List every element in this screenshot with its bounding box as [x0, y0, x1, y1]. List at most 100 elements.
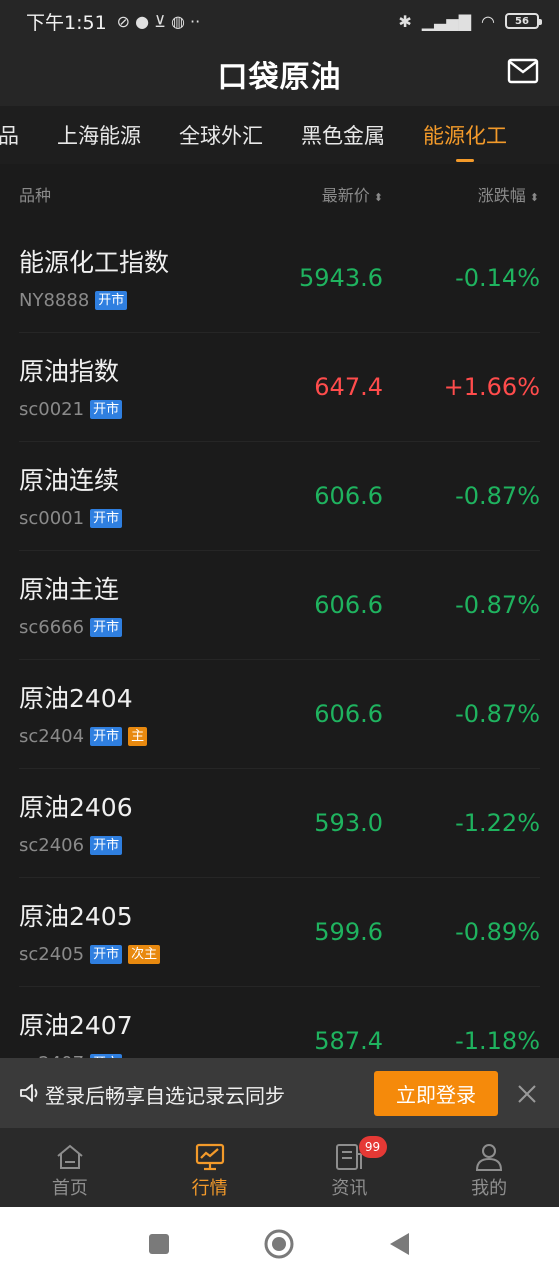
- instrument-code-line: sc2404 开市主: [19, 726, 148, 747]
- instrument-code: sc2404: [19, 726, 85, 747]
- instrument-name: 原油连续: [19, 466, 120, 495]
- quote-row[interactable]: 能源化工指数 NY8888 开市 5943.6 -0.14%: [19, 224, 540, 333]
- column-price-sort[interactable]: 最新价 ⬍: [322, 182, 383, 206]
- instrument-code-line: sc0001 开市: [19, 508, 123, 529]
- instrument-code-line: sc2405 开市 次主: [19, 944, 161, 965]
- instrument-name: 能源化工指数: [19, 248, 170, 277]
- home-icon: [57, 1144, 83, 1169]
- latest-price: 5943.6: [299, 264, 383, 292]
- instrument-code: NY8888: [19, 290, 90, 311]
- price-change-percent: -0.14%: [455, 264, 540, 292]
- price-change-percent: +1.66%: [443, 373, 540, 401]
- mail-icon[interactable]: [507, 58, 539, 84]
- recents-icon[interactable]: [147, 1232, 171, 1256]
- news-count-badge: 99: [358, 1136, 387, 1158]
- market-open-badge: 开市: [90, 618, 123, 637]
- market-open-badge: 开市: [95, 291, 128, 310]
- app-logo: 口袋原油: [217, 60, 342, 95]
- quote-row[interactable]: 原油指数 sc0021 开市 647.4 +1.66%: [19, 333, 540, 442]
- price-change-percent: -0.87%: [455, 591, 540, 619]
- back-icon[interactable]: [387, 1230, 413, 1258]
- instrument-code-line: NY8888 开市: [19, 290, 128, 311]
- wifi-icon: ◠: [481, 11, 495, 31]
- category-tabs: 品 上海能源 全球外汇 黑色金属 能源化工: [0, 106, 559, 164]
- list-column-header: 品种 最新价 ⬍ 涨跌幅 ⬍: [0, 164, 559, 224]
- tab-shanghai-energy[interactable]: 上海能源: [57, 120, 141, 150]
- bluetooth-icon: ✱: [398, 11, 412, 31]
- nav-market[interactable]: 行情: [140, 1128, 280, 1207]
- column-change-sort[interactable]: 涨跌幅 ⬍: [478, 182, 539, 206]
- market-open-badge: 开市: [90, 400, 123, 419]
- app-header: 口袋原油: [0, 42, 559, 106]
- nav-news[interactable]: 资讯 99: [280, 1128, 420, 1207]
- instrument-code: sc0021: [19, 399, 85, 420]
- system-nav-bar: [0, 1207, 559, 1280]
- tab-partial[interactable]: 品: [0, 120, 19, 150]
- instrument-code: sc6666: [19, 617, 85, 638]
- market-open-badge: 开市: [90, 945, 123, 964]
- price-change-percent: -0.87%: [455, 482, 540, 510]
- instrument-name: 原油2406: [19, 793, 133, 822]
- quote-row[interactable]: 原油2407sc2407开市587.4-1.18%: [19, 987, 540, 1058]
- status-bar: 下午1:51 ⊘ ● ⊻ ◍ ·· ✱ ▁▃▅▇ ◠ 56: [0, 0, 559, 42]
- nav-market-label: 行情: [191, 1178, 228, 1199]
- home-circle-icon[interactable]: [263, 1228, 295, 1260]
- market-open-badge: 开市: [90, 836, 123, 855]
- latest-price: 606.6: [314, 591, 383, 619]
- market-open-badge: 开市: [90, 727, 123, 746]
- instrument-code-line: sc0021 开市: [19, 399, 123, 420]
- instrument-name: 原油2404: [19, 684, 133, 713]
- column-change-label: 涨跌幅: [477, 186, 526, 205]
- login-banner: 登录后畅享自选记录云同步 立即登录: [0, 1058, 559, 1128]
- nav-home-label: 首页: [51, 1178, 88, 1199]
- signal-icon: ▁▃▅▇: [421, 11, 472, 31]
- column-name: 品种: [19, 186, 52, 205]
- instrument-code-line: sc2406 开市: [19, 835, 123, 856]
- tab-energy-chemicals[interactable]: 能源化工: [423, 120, 507, 162]
- instrument-name: 原油主连: [19, 575, 120, 604]
- instrument-code-line: sc6666 开市: [19, 617, 123, 638]
- latest-price: 587.4: [314, 1027, 383, 1055]
- battery-icon: 56: [505, 13, 542, 29]
- instrument-name: 原油2407: [19, 1011, 133, 1040]
- tab-global-forex[interactable]: 全球外汇: [179, 120, 263, 150]
- price-change-percent: -0.89%: [455, 918, 540, 946]
- price-change-percent: -1.22%: [455, 809, 540, 837]
- quote-row[interactable]: 原油2405 sc2405 开市 次主 599.6 -0.89%: [19, 878, 540, 987]
- latest-price: 606.6: [314, 482, 383, 510]
- instrument-name: 原油2405: [19, 902, 133, 931]
- login-button[interactable]: 立即登录: [374, 1071, 498, 1116]
- tab-ferrous-metals[interactable]: 黑色金属: [301, 120, 385, 150]
- instrument-code: sc0001: [19, 508, 85, 529]
- speaker-icon: [20, 1084, 38, 1102]
- quote-list: 能源化工指数 NY8888 开市 5943.6 -0.14% 原油指数 sc0021 开市 64…: [0, 224, 559, 1058]
- quote-row[interactable]: 原油2404 sc2404 开市主 606.6 -0.87%: [19, 660, 540, 769]
- contract-rank-badge: 次主: [128, 945, 161, 964]
- sort-icon: ⬍: [529, 191, 539, 204]
- status-time: 下午1:51: [26, 11, 107, 34]
- notification-icons: ⊘ ● ⊻ ◍ ··: [116, 11, 201, 31]
- nav-home[interactable]: 首页: [0, 1128, 140, 1207]
- latest-price: 606.6: [314, 700, 383, 728]
- nav-news-label: 资讯: [331, 1178, 368, 1199]
- instrument-code: sc2406: [19, 835, 85, 856]
- quote-row[interactable]: 原油2406 sc2406 开市 593.0 -1.22%: [19, 769, 540, 878]
- close-icon[interactable]: [516, 1083, 538, 1105]
- latest-price: 599.6: [314, 918, 383, 946]
- quote-row[interactable]: 原油连续 sc0001 开市 606.6 -0.87%: [19, 442, 540, 551]
- sort-icon: ⬍: [373, 191, 383, 204]
- quote-row[interactable]: 原油主连 sc6666 开市 606.6 -0.87%: [19, 551, 540, 660]
- market-open-badge: 开市: [90, 509, 123, 528]
- latest-price: 593.0: [314, 809, 383, 837]
- nav-profile-label: 我的: [471, 1178, 508, 1199]
- market-icon: [195, 1143, 224, 1171]
- nav-profile[interactable]: 我的: [419, 1128, 559, 1207]
- banner-text: 登录后畅享自选记录云同步: [45, 1084, 285, 1108]
- column-price-label: 最新价: [321, 186, 370, 205]
- profile-icon: [476, 1144, 503, 1171]
- price-change-percent: -1.18%: [455, 1027, 540, 1055]
- latest-price: 647.4: [314, 373, 383, 401]
- instrument-name: 原油指数: [19, 357, 120, 386]
- contract-rank-badge: 主: [128, 727, 148, 746]
- instrument-code: sc2405: [19, 944, 85, 965]
